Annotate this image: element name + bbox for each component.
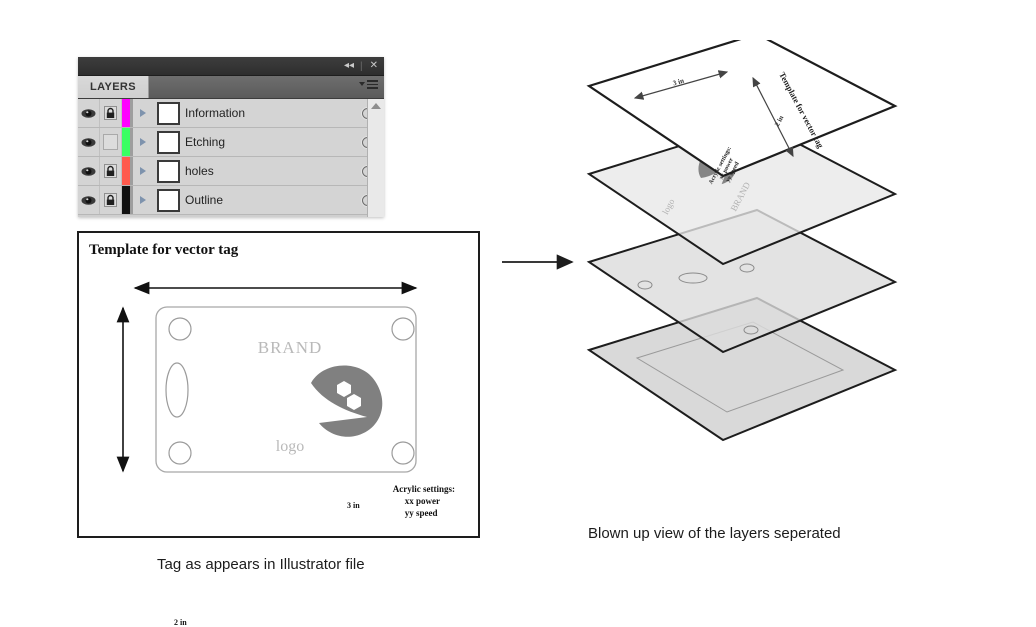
hamburger-icon (367, 80, 378, 89)
layers-panel[interactable]: ◂◂ | ✕ LAYERS Information Etching holes Out… (78, 57, 384, 217)
chevron-down-icon (359, 82, 365, 87)
lock-icon[interactable] (100, 99, 122, 127)
layer-row[interactable]: Outline (78, 186, 384, 215)
layer-color-swatch (122, 99, 131, 127)
layer-color-swatch (122, 128, 131, 156)
layer-row[interactable]: Information (78, 99, 384, 128)
lock-icon[interactable] (100, 186, 122, 214)
etching-thumb (153, 128, 183, 156)
collapse-panel-icon[interactable]: ◂◂ (344, 61, 354, 71)
layer-name-label: Information (185, 106, 246, 120)
eye-icon[interactable] (78, 99, 100, 127)
template-panel: Template for vector tag BRAND logo 3 in … (77, 231, 480, 627)
brand-label: BRAND (258, 338, 323, 357)
acrylic-power-line: xx power (404, 496, 441, 507)
exploded-layers-diagram: BRAND logo 3 in 2 in Template for vector… (586, 40, 898, 442)
layer-name-label: Etching (185, 135, 226, 149)
layer-row[interactable]: Etching (78, 128, 384, 157)
acrylic-settings-title: Acrylic settings: (392, 484, 455, 494)
holes-thumb (153, 157, 183, 185)
information-thumb (153, 99, 183, 127)
logo-label: logo (276, 438, 304, 455)
caption-illustrator-file: Tag as appears in Illustrator file (157, 556, 365, 573)
flow-arrow-icon (502, 254, 574, 270)
scroll-up-arrow-icon[interactable] (371, 103, 381, 109)
eye-icon[interactable] (78, 186, 100, 214)
chevron-right-icon[interactable] (131, 186, 153, 214)
layer-row[interactable]: holes (78, 157, 384, 186)
logo-mark (311, 365, 383, 437)
eye-icon[interactable] (78, 157, 100, 185)
panel-menu-icon[interactable] (359, 80, 378, 89)
chevron-right-icon[interactable] (131, 99, 153, 127)
dimension-width-label: 3 in (347, 501, 360, 510)
acrylic-speed-line: yy speed (404, 508, 438, 519)
layer-list-scrollbar[interactable] (367, 99, 384, 217)
layer-color-swatch (122, 186, 131, 214)
lock-icon[interactable] (100, 157, 122, 185)
caption-blown-up-view: Blown up view of the layers seperated (588, 525, 841, 542)
layer-name-label: holes (185, 164, 214, 178)
close-icon[interactable]: ✕ (370, 61, 378, 71)
eye-icon[interactable] (78, 128, 100, 156)
dimension-height-label: 2 in (174, 618, 187, 627)
layer-list[interactable]: Information Etching holes Outline (78, 99, 384, 217)
layer-name-label: Outline (185, 193, 224, 207)
panel-titlebar[interactable]: ◂◂ | ✕ (78, 57, 384, 76)
lock-icon[interactable] (100, 128, 122, 156)
panel-tabbar[interactable]: LAYERS (78, 76, 384, 99)
chevron-right-icon[interactable] (131, 157, 153, 185)
chevron-right-icon[interactable] (131, 128, 153, 156)
titlebar-separator: | (360, 60, 363, 72)
acrylic-settings-note: Acrylic settings: xx power yy speed (393, 483, 455, 519)
layer-color-swatch (122, 157, 131, 185)
outline-thumb (153, 186, 183, 214)
tab-layers[interactable]: LAYERS (78, 76, 150, 98)
